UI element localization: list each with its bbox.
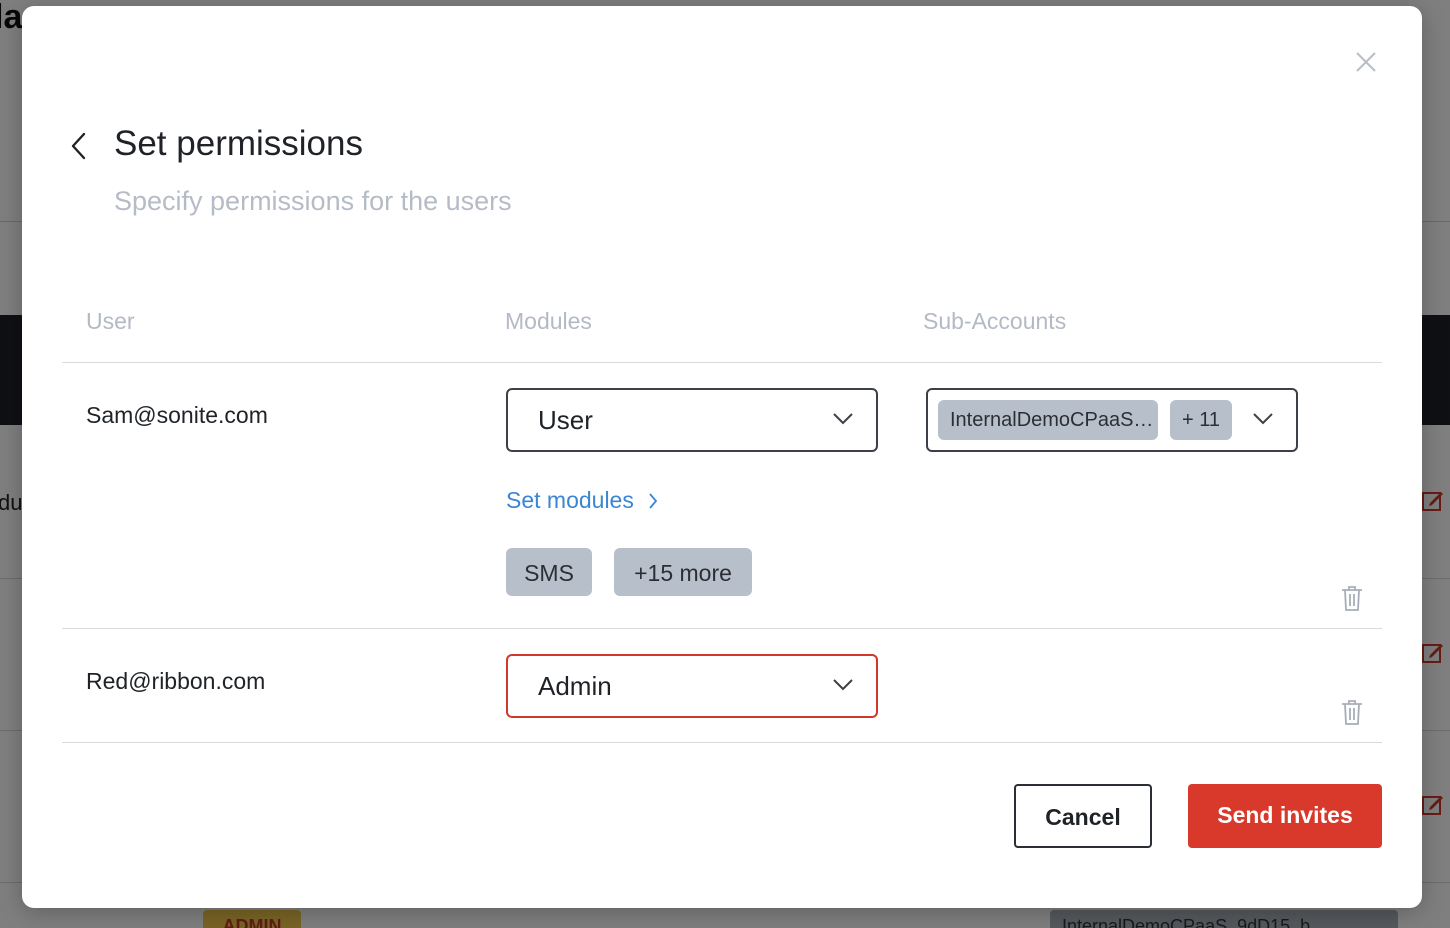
cancel-button[interactable]: Cancel: [1014, 784, 1152, 848]
back-arrow-icon[interactable]: [68, 131, 90, 161]
module-role-value: User: [538, 405, 593, 435]
dialog-title: Set permissions: [114, 124, 363, 163]
chevron-right-icon: [649, 492, 658, 509]
column-header-modules: Modules: [505, 308, 592, 334]
sub-accounts-select[interactable]: InternalDemoCPaaS… + 11: [926, 388, 1298, 452]
module-chip: SMS: [506, 548, 592, 596]
module-role-value: Admin: [538, 671, 612, 701]
chevron-down-icon: [833, 679, 853, 691]
row-divider: [62, 628, 1382, 629]
dialog-subtitle: Specify permissions for the users: [114, 186, 512, 216]
module-role-select[interactable]: User: [506, 388, 878, 452]
row-divider: [62, 742, 1382, 743]
sub-account-more-count: + 11: [1170, 400, 1232, 440]
column-header-user: User: [86, 308, 135, 334]
user-email: Sam@sonite.com: [86, 402, 268, 428]
module-role-select[interactable]: Admin: [506, 654, 878, 718]
sub-account-tag: InternalDemoCPaaS…: [938, 400, 1158, 440]
trash-icon[interactable]: [1340, 698, 1364, 726]
trash-icon[interactable]: [1340, 584, 1364, 612]
set-modules-link[interactable]: Set modules: [506, 487, 658, 514]
set-permissions-dialog: Set permissions Specify permissions for …: [22, 6, 1422, 908]
send-invites-button[interactable]: Send invites: [1188, 784, 1382, 848]
module-chip-more[interactable]: +15 more: [614, 548, 752, 596]
set-modules-label: Set modules: [506, 487, 634, 513]
chevron-down-icon: [1253, 413, 1273, 425]
chevron-down-icon: [833, 413, 853, 425]
header-divider: [62, 362, 1382, 363]
close-icon[interactable]: [1354, 50, 1378, 74]
user-email: Red@ribbon.com: [86, 668, 266, 694]
column-header-sub-accounts: Sub-Accounts: [923, 308, 1067, 334]
